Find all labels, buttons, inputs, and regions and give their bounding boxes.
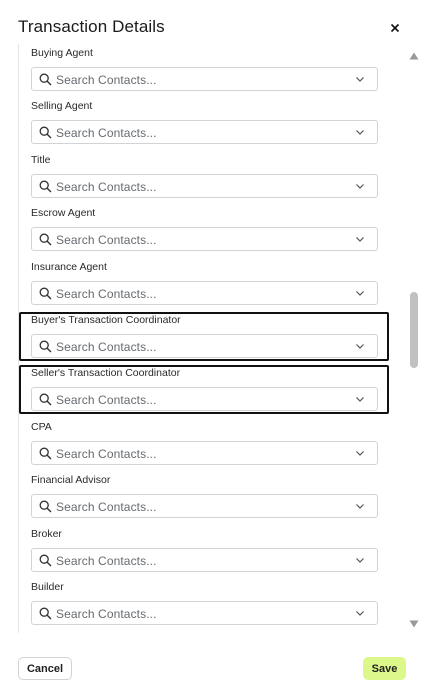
chevron-down-icon [356, 130, 364, 135]
search-placeholder: Search Contacts... [56, 393, 157, 407]
vertical-scrollbar[interactable] [405, 44, 422, 633]
title-contact-select[interactable]: Search Contacts... [31, 174, 378, 198]
search-placeholder: Search Contacts... [56, 554, 157, 568]
close-button[interactable] [386, 19, 404, 37]
transaction-details-dialog: Transaction Details Buying Agent Search … [0, 0, 422, 695]
field-label: Financial Advisor [31, 474, 111, 486]
dialog-header: Transaction Details [0, 0, 422, 44]
close-icon [390, 23, 400, 33]
search-placeholder: Search Contacts... [56, 180, 157, 194]
selling-agent-contact-select[interactable]: Search Contacts... [31, 120, 378, 144]
chevron-down-icon [356, 237, 364, 242]
builder-contact-select[interactable]: Search Contacts... [31, 601, 378, 625]
escrow-agent-contact-select[interactable]: Search Contacts... [31, 227, 378, 251]
search-icon [39, 340, 52, 353]
search-placeholder: Search Contacts... [56, 126, 157, 140]
search-icon [39, 73, 52, 86]
chevron-down-icon [356, 77, 364, 82]
chevron-down-icon [356, 504, 364, 509]
field-label: Selling Agent [31, 100, 93, 112]
search-icon [39, 500, 52, 513]
search-icon [39, 180, 52, 193]
chevron-down-icon [356, 344, 364, 349]
field-label: Title [31, 154, 51, 166]
field-label: Escrow Agent [31, 207, 96, 219]
save-button[interactable]: Save [363, 657, 406, 680]
search-icon [39, 287, 52, 300]
scroll-up-arrow-icon[interactable] [409, 52, 419, 60]
dialog-footer: Cancel Save [0, 640, 422, 695]
chevron-down-icon [356, 451, 364, 456]
scrollbar-thumb[interactable] [410, 292, 418, 368]
field-label: Insurance Agent [31, 261, 107, 273]
search-icon [39, 607, 52, 620]
search-placeholder: Search Contacts... [56, 340, 157, 354]
dialog-title: Transaction Details [18, 17, 165, 36]
insurance-agent-contact-select[interactable]: Search Contacts... [31, 281, 378, 305]
field-label: Builder [31, 581, 64, 593]
field-label: CPA [31, 421, 52, 433]
search-icon [39, 393, 52, 406]
cancel-button[interactable]: Cancel [18, 657, 72, 680]
cpa-contact-select[interactable]: Search Contacts... [31, 441, 378, 465]
search-icon [39, 233, 52, 246]
fields-scroll-area[interactable]: Buying Agent Search Contacts... Selling … [18, 44, 407, 633]
search-placeholder: Search Contacts... [56, 500, 157, 514]
search-icon [39, 126, 52, 139]
search-placeholder: Search Contacts... [56, 607, 157, 621]
scroll-down-arrow-icon[interactable] [409, 620, 419, 628]
buyers-transaction-coordinator-contact-select[interactable]: Search Contacts... [31, 334, 378, 358]
chevron-down-icon [356, 184, 364, 189]
field-label: Buying Agent [31, 47, 93, 59]
field-label: Broker [31, 528, 62, 540]
search-placeholder: Search Contacts... [56, 447, 157, 461]
chevron-down-icon [356, 291, 364, 296]
financial-advisor-contact-select[interactable]: Search Contacts... [31, 494, 378, 518]
search-placeholder: Search Contacts... [56, 233, 157, 247]
chevron-down-icon [356, 397, 364, 402]
field-label: Seller's Transaction Coordinator [31, 367, 181, 379]
search-placeholder: Search Contacts... [56, 73, 157, 87]
buying-agent-contact-select[interactable]: Search Contacts... [31, 67, 378, 91]
sellers-transaction-coordinator-contact-select[interactable]: Search Contacts... [31, 387, 378, 411]
search-icon [39, 554, 52, 567]
search-icon [39, 447, 52, 460]
chevron-down-icon [356, 558, 364, 563]
broker-contact-select[interactable]: Search Contacts... [31, 548, 378, 572]
chevron-down-icon [356, 611, 364, 616]
field-label: Buyer's Transaction Coordinator [31, 314, 181, 326]
search-placeholder: Search Contacts... [56, 287, 157, 301]
